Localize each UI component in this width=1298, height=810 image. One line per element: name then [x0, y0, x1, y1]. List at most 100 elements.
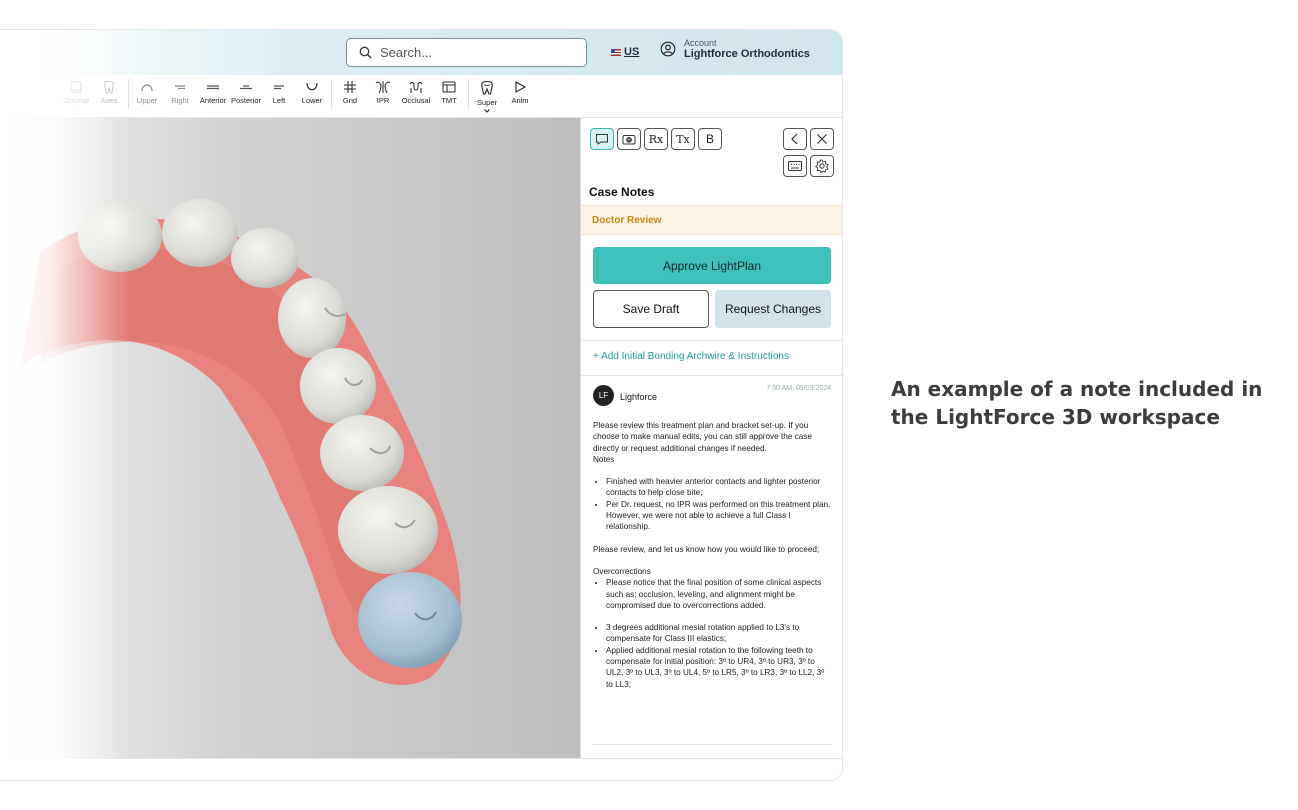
- list-item: Applied additional mesial rotation to th…: [606, 645, 833, 690]
- tool-label: Anim: [511, 96, 529, 105]
- tool-label: IPR: [376, 96, 390, 105]
- toolbar-divider: [468, 79, 469, 109]
- rx-tab-button[interactable]: Rx: [644, 128, 668, 150]
- note-timestamp: 7:50 AM, 09/03/2024: [766, 385, 831, 392]
- rx-icon: Rx: [648, 132, 664, 146]
- left-view-icon: [274, 85, 284, 90]
- premolar-tooth: [300, 348, 376, 424]
- locale-selector[interactable]: US: [611, 46, 639, 58]
- upper-arch-icon: [141, 84, 153, 92]
- tool-label: Right: [171, 96, 189, 105]
- keyboard-button[interactable]: [783, 155, 807, 177]
- posterior-view-icon: [240, 85, 252, 90]
- tx-tab-button[interactable]: Tx: [671, 128, 695, 150]
- list-item: Please notice that the final position of…: [606, 577, 833, 611]
- case-notes-panel: Rx Tx B Case Notes Doctor Review Approve…: [580, 118, 842, 758]
- search-icon: [359, 46, 372, 59]
- save-draft-button[interactable]: Save Draft: [593, 290, 709, 328]
- tool-label: Original: [63, 96, 89, 105]
- canine-tooth: [231, 228, 299, 288]
- avatar: LF: [593, 385, 614, 406]
- tool-posterior[interactable]: Posterior: [229, 80, 263, 105]
- approve-lightplan-button[interactable]: Approve LightPlan: [593, 247, 831, 284]
- table-icon: [442, 81, 456, 93]
- note-author: Lighforce: [620, 391, 658, 402]
- chevron-left-icon: [791, 133, 798, 145]
- tool-anim[interactable]: Anim: [503, 80, 537, 105]
- tool-ipr[interactable]: IPR: [366, 80, 400, 105]
- toolbar-divider: [128, 79, 129, 109]
- note-review-line: Please review, and let us know how you w…: [593, 544, 820, 554]
- tool-left[interactable]: Left: [262, 80, 296, 105]
- play-icon: [515, 81, 527, 93]
- tool-grid[interactable]: Grid: [333, 80, 367, 105]
- tool-label: Posterior: [230, 96, 261, 105]
- note-list: 3 degrees additional mesial rotation app…: [606, 622, 833, 690]
- right-view-icon: [175, 85, 185, 90]
- chevron-down-icon: [484, 109, 490, 113]
- dental-arch-model: [20, 199, 462, 685]
- account-menu[interactable]: Account Lightforce Orthodontics: [660, 38, 810, 60]
- toolbar-divider: [331, 79, 332, 109]
- request-changes-button[interactable]: Request Changes: [715, 290, 831, 328]
- account-label: Account: [684, 38, 717, 48]
- status-badge: Doctor Review: [592, 215, 662, 226]
- search-input[interactable]: Search...: [346, 38, 587, 67]
- user-circle-icon: [660, 41, 676, 57]
- tool-axes[interactable]: Axes: [92, 80, 126, 105]
- settings-button[interactable]: [810, 155, 834, 177]
- tooth-outline-icon: [104, 80, 114, 94]
- panel-title: Case Notes: [589, 185, 655, 199]
- original-icon: [70, 81, 82, 93]
- section-divider: [581, 340, 842, 341]
- incisor-tooth: [78, 200, 162, 272]
- section-divider: [581, 375, 842, 376]
- status-banner: Doctor Review: [581, 205, 842, 235]
- bold-tab-button[interactable]: B: [698, 128, 722, 150]
- tool-occlusal[interactable]: Occlusal: [399, 80, 433, 105]
- occlusal-icon: [409, 82, 423, 93]
- notes-tab-button[interactable]: [590, 128, 614, 150]
- selected-molar-tooth[interactable]: [358, 572, 462, 668]
- tool-label: TMT: [441, 96, 457, 105]
- search-placeholder: Search...: [380, 45, 433, 60]
- bottom-bar: [0, 758, 842, 780]
- note-list: Please notice that the final position of…: [606, 577, 833, 611]
- collapse-panel-button[interactable]: [783, 128, 807, 150]
- list-item: Finished with heavier anterior contacts …: [606, 476, 833, 499]
- bold-b-icon: B: [705, 132, 714, 146]
- add-bonding-archwire-link[interactable]: + Add Initial Bonding Archwire & Instruc…: [593, 351, 789, 362]
- tool-anterior[interactable]: Anterior: [196, 80, 230, 105]
- tool-super[interactable]: Super: [470, 80, 504, 113]
- tool-label: Super: [476, 98, 497, 107]
- tool-label: Axes: [100, 96, 118, 105]
- tool-label: Grid: [342, 96, 358, 105]
- tool-upper[interactable]: Upper: [130, 80, 164, 105]
- tool-right[interactable]: Right: [163, 80, 197, 105]
- tool-label: Lower: [301, 96, 323, 105]
- chat-icon: [596, 134, 608, 145]
- tx-icon: Tx: [676, 132, 690, 146]
- app-window: Search... US Account Lightforce Orthodon…: [0, 30, 842, 780]
- keyboard-icon: [788, 161, 802, 171]
- account-name: Lightforce Orthodontics: [684, 48, 810, 60]
- tool-tmt[interactable]: TMT: [432, 80, 466, 105]
- gear-icon: [815, 159, 829, 173]
- photos-tab-button[interactable]: [617, 128, 641, 150]
- tool-lower[interactable]: Lower: [295, 80, 329, 105]
- ipr-icon: [375, 81, 391, 94]
- 3d-viewport[interactable]: [0, 118, 580, 758]
- note-list: Finished with heavier anterior contacts …: [606, 476, 833, 532]
- note-divider: [593, 744, 831, 745]
- note-intro: Please review this treatment plan and br…: [593, 421, 812, 453]
- caption-text: An example of a note included in the Lig…: [891, 377, 1263, 429]
- top-bar: Search... US Account Lightforce Orthodon…: [0, 30, 842, 75]
- close-icon: [817, 134, 827, 144]
- close-panel-button[interactable]: [810, 128, 834, 150]
- tool-original[interactable]: Original: [59, 80, 93, 105]
- molar-tooth: [320, 415, 404, 491]
- note-overcorrections-heading: Overcorrections: [593, 566, 651, 576]
- incisor-tooth: [162, 199, 238, 267]
- locale-label: US: [624, 46, 640, 58]
- tool-label: Left: [272, 96, 286, 105]
